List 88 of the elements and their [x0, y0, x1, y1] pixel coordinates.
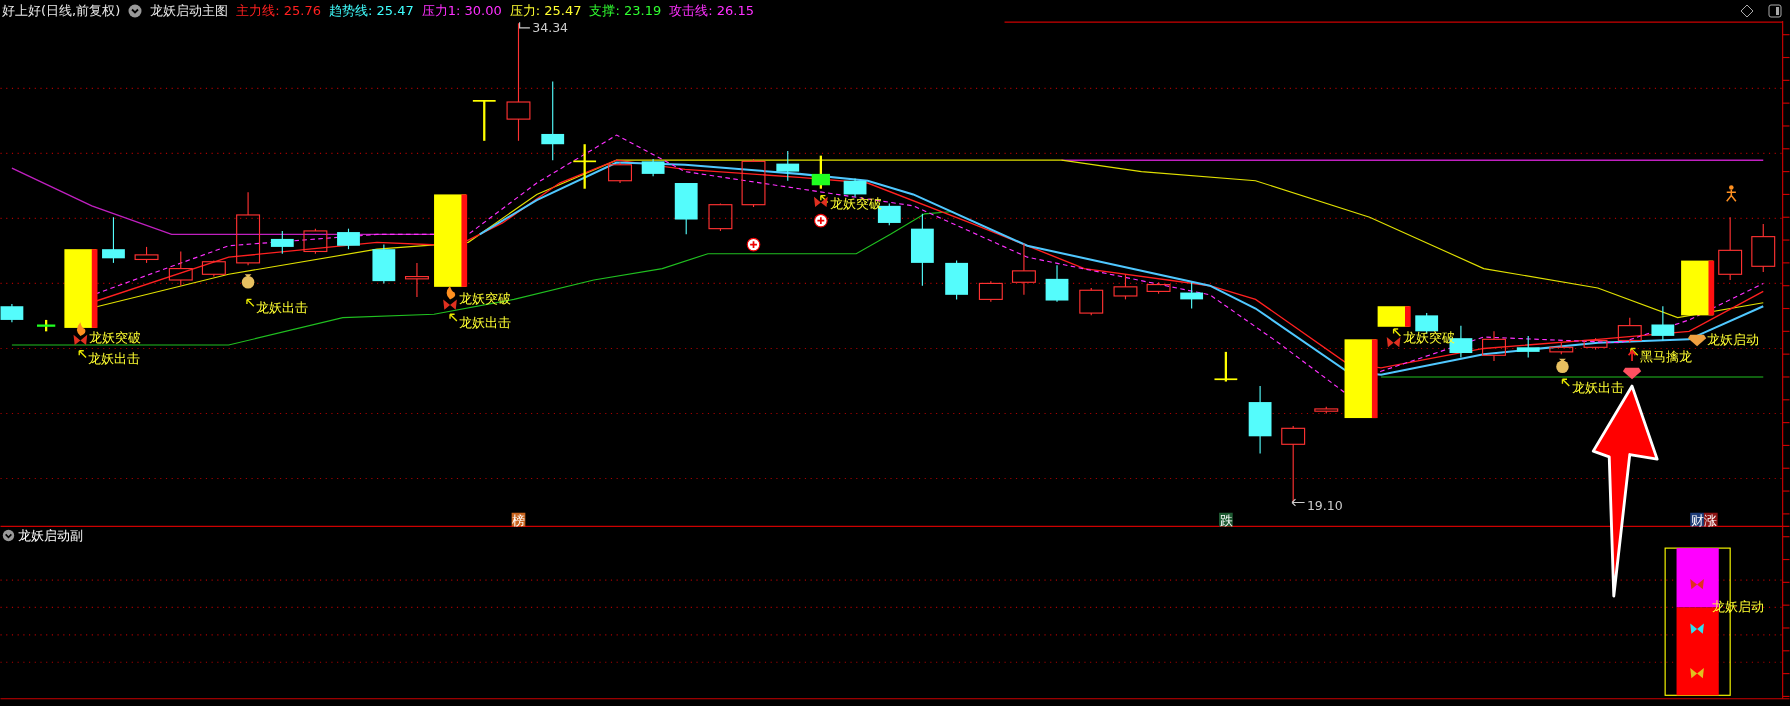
candlestick [641, 158, 665, 177]
candlestick [337, 228, 360, 250]
candlestick [945, 260, 968, 300]
butterfly-icon [443, 299, 457, 310]
arrow-icon [1291, 498, 1306, 507]
candlestick [1180, 281, 1204, 310]
candlestick [168, 250, 193, 287]
candlestick [1213, 351, 1239, 382]
signal-badge: 榜 [511, 512, 526, 528]
candlestick [1549, 342, 1574, 355]
up-arrow-icon [1627, 349, 1637, 362]
butterfly-icon [1690, 578, 1704, 590]
candlestick [1651, 305, 1675, 342]
candlestick [1045, 264, 1069, 303]
butterfly-icon [73, 334, 88, 346]
candlestick [37, 319, 56, 332]
candlestick [978, 280, 1003, 303]
candlestick [1617, 317, 1642, 344]
price-low-label: 19.10 [1306, 498, 1343, 514]
candlestick [472, 100, 497, 141]
candlestick [1314, 406, 1339, 415]
gem-icon [1687, 334, 1707, 347]
butterfly-icon [1690, 623, 1704, 634]
indicator-reading: 压力1: 30.00 [421, 1, 502, 20]
diamond-icon[interactable] [1740, 3, 1754, 18]
candlestick [776, 150, 800, 182]
candlestick [608, 161, 632, 184]
signal-label: 黑马擒龙 [1640, 349, 1693, 364]
candlestick [1516, 335, 1540, 359]
candlestick [102, 216, 125, 264]
butterfly-icon [1386, 337, 1401, 348]
candlestick [372, 244, 396, 284]
leader-line [519, 21, 531, 29]
indicator-reading: 支撑: 23.19 [589, 1, 662, 20]
candlestick [1718, 216, 1743, 281]
indicator-reading: 压力: 25.47 [509, 1, 582, 20]
price-high-label: 34.34 [532, 21, 569, 36]
sub-panel-title: 龙妖启动副 [17, 528, 83, 544]
signal-label: 龙妖突破 [829, 196, 882, 212]
candlestick [572, 144, 597, 189]
signal-label: 龙妖突破 [89, 329, 142, 345]
butterfly-icon [1690, 667, 1704, 679]
candlestick [1482, 330, 1506, 362]
panel-toggle-icon[interactable] [1768, 3, 1782, 18]
indicator-name[interactable]: 龙妖启动主图 [150, 1, 229, 20]
candlestick [1751, 223, 1776, 273]
person-icon [1726, 185, 1737, 202]
plus-circle-icon [814, 213, 828, 228]
stock-title: 好上好(日线,前复权) [2, 1, 121, 20]
candlestick [1583, 337, 1608, 351]
candlestick [1681, 260, 1715, 316]
candlestick [741, 158, 766, 208]
indicator-reading: 主力线: 25.76 [236, 1, 321, 20]
signal-label: 龙妖出击 [1571, 379, 1624, 395]
candlestick [1146, 281, 1171, 295]
candlestick [1011, 242, 1036, 296]
signal-label: 龙妖突破 [1402, 329, 1455, 345]
candlestick [674, 182, 698, 235]
plus-circle-icon [746, 237, 761, 252]
indicator-reading: 攻击线: 26.15 [669, 1, 754, 20]
candlestick [843, 177, 867, 198]
candlestick [134, 246, 159, 264]
flame-icon [446, 285, 456, 300]
indicator-reading: 趋势线: 25.47 [329, 1, 414, 20]
butterfly-icon [814, 196, 828, 207]
candlestick [1377, 306, 1411, 327]
signal-label: 龙妖出击 [256, 299, 309, 315]
signal-label: 龙妖出击 [88, 351, 141, 367]
candlestick [811, 155, 830, 189]
candlestick [1248, 385, 1272, 454]
candlestick [1079, 287, 1104, 316]
money-bag-icon [1556, 358, 1569, 373]
signal-label: 龙妖启动 [1707, 331, 1760, 347]
chevron-down-icon[interactable] [2, 529, 15, 542]
candlestick [303, 228, 328, 255]
money-bag-icon [241, 274, 255, 289]
gem-icon [1622, 367, 1642, 380]
flame-icon [76, 322, 86, 336]
chevron-down-icon[interactable] [128, 3, 143, 18]
signal-label: 龙妖出击 [459, 314, 512, 330]
candlestick [201, 260, 226, 278]
signal-badge: 财 [1690, 512, 1704, 528]
candlestick [0, 303, 24, 323]
signal-badge: 跌 [1219, 512, 1233, 528]
candlestick [1113, 273, 1138, 300]
candlestick [404, 262, 429, 298]
candlestick [708, 203, 733, 232]
candlestick [270, 230, 294, 255]
